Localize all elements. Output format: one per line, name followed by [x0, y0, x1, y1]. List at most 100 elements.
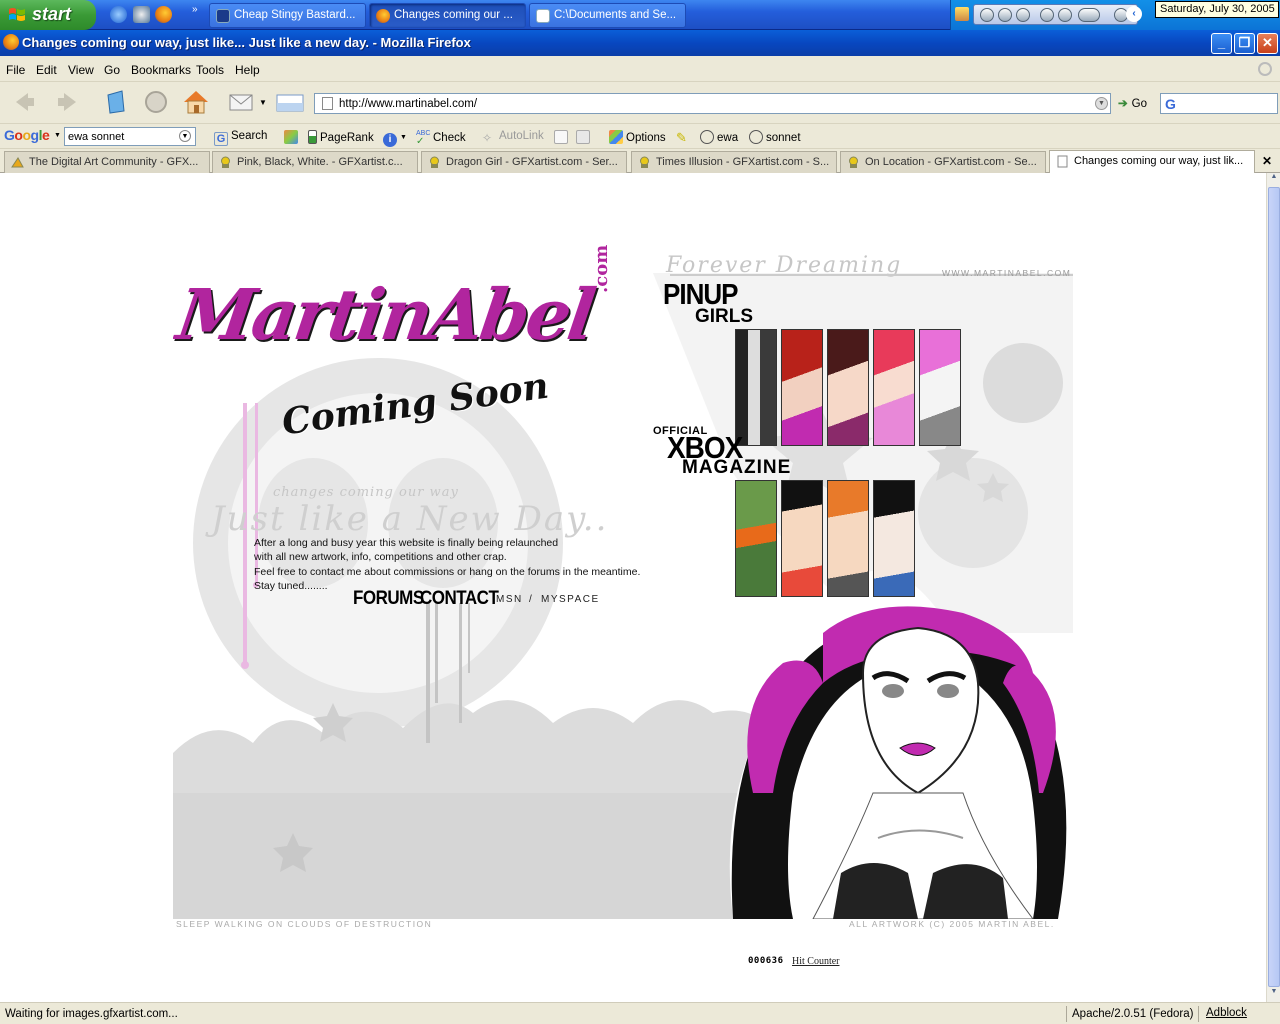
volume-icon[interactable] — [1078, 8, 1100, 22]
back-arrow-icon[interactable] — [8, 87, 40, 117]
search-engine-box[interactable]: G — [1160, 93, 1278, 114]
url-bar[interactable]: ▼ — [314, 93, 1111, 114]
maximize-button[interactable]: ❐ — [1234, 33, 1255, 54]
pinup-heading: PINUP — [663, 277, 738, 311]
media-player-bar — [973, 4, 1138, 25]
menu-help[interactable]: Help — [235, 63, 260, 77]
scroll-down-arrow-icon[interactable]: ▼ — [1268, 988, 1280, 1001]
minimize-button[interactable]: _ — [1211, 33, 1232, 54]
autofill-icon — [554, 130, 568, 144]
mail-icon[interactable] — [226, 87, 258, 117]
new-window-icon[interactable] — [274, 87, 306, 117]
desktop-quicklaunch-icon[interactable] — [133, 6, 150, 23]
myspace-link[interactable]: MYSPACE — [541, 594, 600, 605]
page-icon — [1057, 155, 1068, 168]
vertical-scrollbar[interactable]: ▲ ▼ — [1266, 173, 1280, 1002]
mail-dropdown-icon[interactable]: ▼ — [259, 98, 267, 107]
pagerank-button[interactable]: PageRank — [308, 130, 374, 144]
options-button[interactable]: Options — [609, 130, 666, 144]
task-label: Cheap Stingy Bastard... — [234, 9, 356, 21]
xbox-thumbnail-2[interactable] — [781, 480, 823, 597]
tray-expand-icon[interactable]: ‹ — [1126, 6, 1142, 22]
menu-file[interactable]: File — [6, 63, 25, 77]
options-label: Options — [626, 132, 666, 144]
msn-link[interactable]: MSN — [496, 594, 523, 605]
blog-button[interactable] — [576, 130, 593, 144]
document-icon — [536, 9, 550, 23]
menu-view[interactable]: View — [68, 63, 94, 77]
url-dropdown-icon[interactable]: ▼ — [1095, 97, 1108, 110]
autolink-button[interactable]: ✧ AutoLink — [482, 130, 544, 145]
google-logo[interactable]: Google — [4, 127, 50, 143]
hit-counter-link[interactable]: Hit Counter — [792, 956, 840, 967]
firefox-quicklaunch-icon[interactable] — [155, 6, 172, 23]
task-cheap-stingy[interactable]: Cheap Stingy Bastard... — [209, 3, 366, 28]
start-button[interactable]: start — [0, 0, 96, 30]
menu-go[interactable]: Go — [104, 63, 120, 77]
task-documents[interactable]: C:\Documents and Se... — [529, 3, 686, 28]
go-button[interactable]: ➔ Go — [1118, 96, 1147, 110]
ie-quicklaunch-icon[interactable] — [110, 6, 127, 23]
gfx-favicon-icon — [430, 156, 439, 168]
tab-digital-art[interactable]: The Digital Art Community - GFX... — [4, 151, 210, 173]
previous-icon[interactable] — [1040, 8, 1054, 22]
google-search-input[interactable] — [65, 128, 175, 145]
girls-heading: GIRLS — [695, 306, 754, 327]
google-menu-dropdown-icon[interactable]: ▼ — [54, 132, 61, 139]
xbox-thumbnail-1[interactable] — [735, 480, 777, 597]
spellcheck-button[interactable]: ABC ✓ Check — [416, 130, 466, 147]
tab-pink-black-white[interactable]: Pink, Black, White. - GFXartist.c... — [212, 151, 418, 173]
tab-times-illusion[interactable]: Times Illusion - GFXartist.com - S... — [631, 151, 837, 173]
forums-link[interactable]: FORUMS — [353, 587, 424, 610]
adblock-button[interactable]: Adblock — [1206, 1007, 1247, 1019]
google-search-box[interactable]: ▼ — [64, 127, 196, 146]
next-icon[interactable] — [1058, 8, 1072, 22]
scroll-up-arrow-icon[interactable]: ▲ — [1268, 173, 1280, 186]
tab-dragon-girl[interactable]: Dragon Girl - GFXartist.com - Ser... — [421, 151, 627, 173]
menu-tools[interactable]: Tools — [196, 63, 224, 77]
info-button[interactable]: i ▼ — [383, 130, 407, 147]
reload-icon[interactable] — [100, 87, 132, 117]
pinup-thumbnail-2[interactable] — [781, 329, 823, 446]
pinup-thumbnail-1[interactable] — [735, 329, 777, 446]
pinup-thumbnail-3[interactable] — [827, 329, 869, 446]
find-sonnet-button[interactable]: sonnet — [749, 130, 801, 144]
windows-logo-tray-icon[interactable] — [955, 7, 969, 21]
pinup-thumbnail-5[interactable] — [919, 329, 961, 446]
xbox-thumbnail-3[interactable] — [827, 480, 869, 597]
google-search-button[interactable]: G Search — [214, 130, 267, 146]
info-dropdown-icon: ▼ — [400, 134, 407, 141]
find-ewa-button[interactable]: ewa — [700, 130, 738, 144]
chevron-icon[interactable]: » — [192, 4, 198, 15]
play-icon[interactable] — [998, 8, 1012, 22]
xbox-thumbnail-4[interactable] — [873, 480, 915, 597]
home-icon[interactable] — [180, 87, 212, 117]
news-button[interactable] — [284, 130, 301, 144]
menu-bookmarks[interactable]: Bookmarks — [131, 63, 191, 77]
pinup-thumbnail-4[interactable] — [873, 329, 915, 446]
tab-on-location[interactable]: On Location - GFXartist.com - Se... — [840, 151, 1046, 173]
page-content: MartinAbel .com Coming Soon changes comi… — [0, 173, 1266, 1002]
scroll-thumb[interactable] — [1268, 187, 1280, 987]
autolink-label: AutoLink — [499, 130, 544, 142]
menu-edit[interactable]: Edit — [36, 63, 57, 77]
task-label: Changes coming our ... — [394, 9, 513, 21]
autofill-button[interactable] — [554, 130, 571, 144]
stop-icon[interactable] — [1016, 8, 1030, 22]
stop-icon[interactable] — [140, 87, 172, 117]
task-changes-coming[interactable]: Changes coming our ... — [369, 3, 526, 28]
close-button[interactable]: ✕ — [1257, 33, 1278, 54]
firefox-icon[interactable] — [3, 34, 19, 50]
window-title: Changes coming our way, just like... Jus… — [22, 35, 471, 50]
firefox-icon — [376, 9, 390, 23]
url-input[interactable] — [339, 94, 1099, 113]
google-g-icon[interactable]: G — [1165, 96, 1176, 112]
tab-changes-coming[interactable]: Changes coming our way, just lik... — [1049, 150, 1255, 173]
pause-icon[interactable] — [980, 8, 994, 22]
highlight-button[interactable]: ✎ — [676, 130, 693, 145]
contact-link[interactable]: CONTACT — [420, 587, 499, 610]
close-tab-icon[interactable]: ✕ — [1262, 154, 1272, 168]
find-sonnet-label: sonnet — [766, 132, 801, 144]
forward-arrow-icon[interactable] — [52, 87, 84, 117]
search-history-dropdown-icon[interactable]: ▼ — [179, 130, 191, 142]
